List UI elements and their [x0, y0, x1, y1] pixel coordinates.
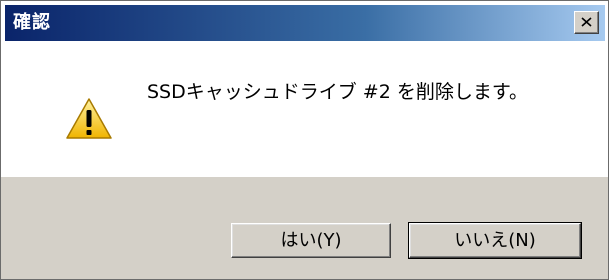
window-title: 確認 [13, 12, 51, 33]
yes-button[interactable]: はい(Y) [231, 223, 391, 258]
no-button[interactable]: いいえ(N) [408, 222, 582, 259]
dialog-content [5, 41, 605, 177]
button-bar: はい(Y) いいえ(N) [1, 177, 608, 279]
confirm-dialog: 確認 SSDキャッシュドライブ #2 を削除します。 はい(Y) いいえ(N) [0, 0, 609, 280]
close-icon [581, 17, 592, 27]
close-button[interactable] [574, 11, 599, 34]
title-bar[interactable]: 確認 [5, 5, 605, 41]
message-text: SSDキャッシュドライブ #2 を削除します。 [147, 81, 528, 103]
warning-icon [66, 98, 112, 139]
